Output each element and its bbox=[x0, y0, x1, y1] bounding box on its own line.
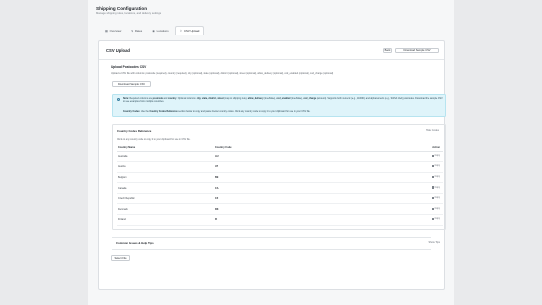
page-header: Shipping Configuration Manage shipping r… bbox=[96, 6, 161, 15]
copy-icon bbox=[431, 197, 434, 200]
help-section: Common Issues & Help Tips Show Tips bbox=[112, 241, 446, 248]
copy-button[interactable]: Copy bbox=[431, 218, 440, 221]
show-tips-button[interactable]: Show Tips bbox=[428, 241, 440, 244]
table-row: Denmark DK Copy bbox=[117, 203, 443, 216]
note-text: and bbox=[163, 97, 168, 100]
copy-icon bbox=[431, 175, 434, 179]
dollar-icon: $ bbox=[131, 28, 133, 33]
info-note: Note: Required columns are postcode and … bbox=[123, 98, 443, 104]
country-code[interactable]: CZ bbox=[215, 193, 405, 205]
table-row: Finland FI Copy bbox=[117, 214, 443, 226]
country-codes-reference: Country Codes Reference Hide Codes Click… bbox=[112, 124, 446, 230]
tab-locations[interactable]: ◉ Locations bbox=[148, 26, 172, 35]
copy-button[interactable]: Copy bbox=[431, 186, 440, 189]
country-code[interactable]: FI bbox=[215, 214, 405, 226]
copy-icon bbox=[431, 165, 434, 168]
copy-button[interactable]: Copy bbox=[431, 197, 440, 200]
tab-rates[interactable]: $ Rates bbox=[127, 26, 146, 35]
divider bbox=[112, 249, 431, 250]
table-row: Belgium BE Copy bbox=[117, 172, 443, 184]
country-name: Canada bbox=[117, 182, 215, 194]
reference-title: Country Codes Reference bbox=[117, 129, 152, 133]
hide-codes-button[interactable]: Hide Codes bbox=[426, 129, 439, 132]
help-title: Common Issues & Help Tips bbox=[116, 241, 154, 245]
codes-text: section below to copy and paste 2-letter… bbox=[178, 110, 311, 113]
copy-icon bbox=[431, 207, 434, 210]
copy-label: Copy bbox=[434, 186, 440, 189]
info-country-codes: Country Codes: Use the Country Codes Ref… bbox=[123, 111, 443, 114]
card-title: CSV Upload bbox=[106, 48, 130, 53]
copy-label: Copy bbox=[434, 197, 440, 200]
note-label: Note: bbox=[123, 97, 129, 100]
country-name: Finland bbox=[117, 214, 215, 226]
copy-icon bbox=[431, 218, 434, 221]
tab-csv-upload[interactable]: ⇪ CSV Upload bbox=[174, 26, 205, 35]
copy-label: Copy bbox=[434, 165, 440, 168]
codes-label: Country Codes: bbox=[123, 110, 141, 113]
copy-label: Copy bbox=[434, 175, 440, 178]
upload-section-description: Upload a CSV file with columns: postcode… bbox=[111, 72, 334, 75]
country-name: Czech Republic bbox=[117, 193, 215, 205]
grid-icon: ▦ bbox=[105, 28, 108, 33]
country-name: Denmark bbox=[117, 203, 215, 216]
note-optional: cod_enabled bbox=[276, 97, 291, 100]
tab-overview[interactable]: ▦ Overview bbox=[101, 26, 125, 35]
copy-icon bbox=[431, 154, 434, 157]
note-text: (true/false), bbox=[264, 97, 276, 100]
country-code[interactable]: DK bbox=[215, 203, 405, 216]
country-name: Austria bbox=[117, 161, 215, 173]
tab-label: Locations bbox=[156, 28, 169, 33]
tab-label: Overview bbox=[109, 28, 122, 33]
country-code[interactable]: CA bbox=[215, 182, 405, 194]
copy-icon bbox=[431, 186, 434, 189]
note-optional: city, state, district, street bbox=[196, 97, 224, 100]
note-optional: allow_delivery bbox=[247, 97, 264, 100]
back-button[interactable]: Back bbox=[383, 48, 392, 53]
copy-button[interactable]: Copy bbox=[431, 175, 440, 179]
codes-reference: Country Codes Reference bbox=[149, 110, 178, 113]
country-codes-table: Country Name Country Code Action Austral… bbox=[117, 145, 443, 226]
copy-label: Copy bbox=[434, 154, 440, 157]
download-sample-button-top[interactable]: Download Sample CSV bbox=[395, 48, 439, 53]
upload-section-title: Upload Postcodes CSV bbox=[111, 65, 147, 69]
page-subtitle: Manage shipping rules, locations, and de… bbox=[96, 12, 162, 15]
divider bbox=[99, 59, 444, 60]
country-code[interactable]: AU bbox=[215, 151, 405, 163]
table-row: Canada CA Copy bbox=[117, 182, 443, 194]
info-icon: i bbox=[117, 98, 120, 102]
codes-text: Use the bbox=[140, 110, 149, 113]
table-row: Austria AT Copy bbox=[117, 161, 443, 173]
country-name: Australia bbox=[117, 151, 215, 163]
divider bbox=[112, 237, 431, 238]
note-text: . Optional columns: bbox=[176, 97, 197, 100]
copy-button[interactable]: Copy bbox=[431, 207, 440, 210]
copy-label: Copy bbox=[434, 207, 440, 210]
country-code[interactable]: AT bbox=[215, 161, 405, 173]
copy-button[interactable]: Copy bbox=[431, 154, 440, 157]
select-file-button[interactable]: Select File bbox=[111, 255, 130, 261]
download-sample-button[interactable]: Download Sample CSV bbox=[112, 81, 151, 87]
tab-label: Rates bbox=[134, 28, 143, 33]
upload-icon: ⇪ bbox=[179, 29, 182, 33]
info-box: i Note: Required columns are postcode an… bbox=[112, 94, 446, 117]
page-title: Shipping Configuration bbox=[96, 6, 148, 11]
table-row: Australia AU Copy bbox=[117, 151, 443, 163]
tab-label: CSV Upload bbox=[183, 29, 200, 33]
pin-icon: ◉ bbox=[152, 28, 155, 33]
note-optional: cod_charge bbox=[303, 97, 317, 100]
country-name: Belgium bbox=[117, 172, 215, 184]
note-text: Required columns are bbox=[129, 97, 152, 100]
copy-label: Copy bbox=[434, 218, 440, 221]
note-text: (true/false), bbox=[291, 97, 303, 100]
csv-upload-card: CSV Upload Back Download Sample CSV Uplo… bbox=[98, 40, 446, 290]
tab-bar: ▦ Overview $ Rates ◉ Locations ⇪ CSV Upl… bbox=[101, 26, 205, 35]
copy-button[interactable]: Copy bbox=[431, 165, 440, 168]
page-container: Shipping Configuration Manage shipping r… bbox=[88, 0, 454, 305]
note-text: (map to shipping rule), bbox=[224, 97, 248, 100]
table-row: Czech Republic CZ Copy bbox=[117, 193, 443, 205]
note-required: postcode bbox=[152, 97, 163, 100]
reference-description: Click on any country code to copy it to … bbox=[117, 139, 191, 141]
country-code[interactable]: BE bbox=[215, 172, 405, 184]
